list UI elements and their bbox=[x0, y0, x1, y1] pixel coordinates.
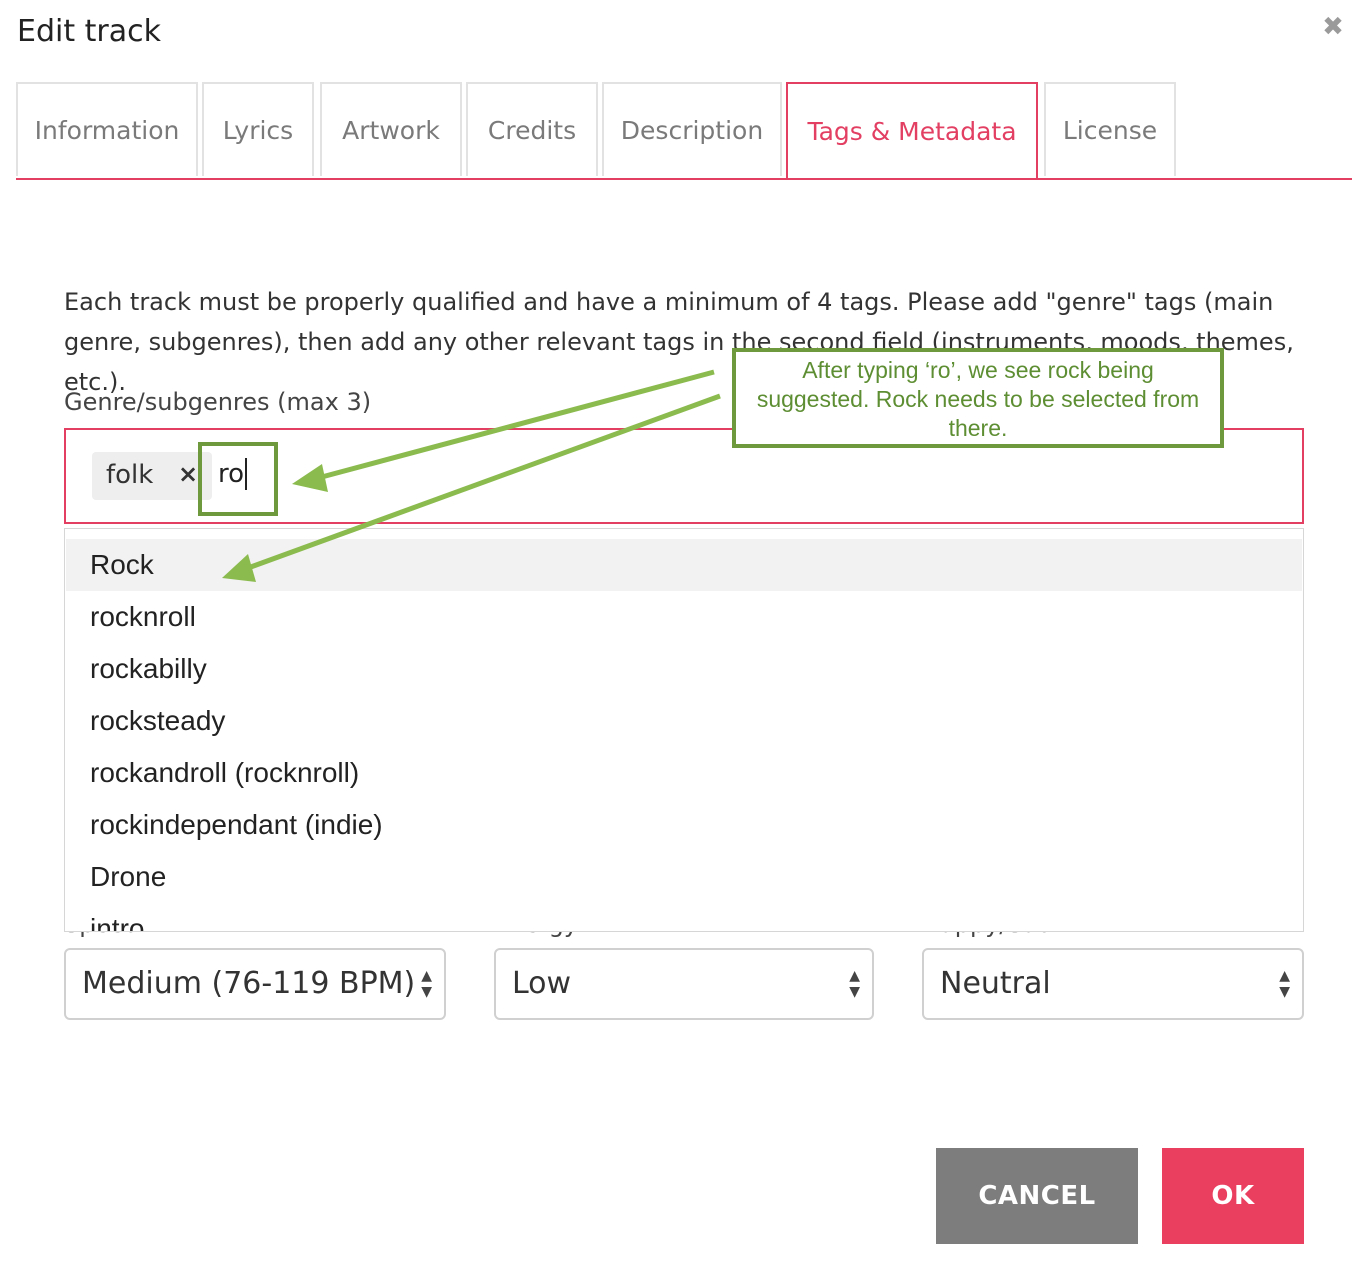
tab-license[interactable]: License bbox=[1044, 82, 1176, 176]
tab-bar: Information Lyrics Artwork Credits Descr… bbox=[16, 82, 1352, 180]
suggestion-option[interactable]: rocknroll bbox=[66, 591, 1302, 643]
remove-tag-icon[interactable]: × bbox=[178, 460, 198, 488]
tab-tags-metadata[interactable]: Tags & Metadata bbox=[786, 82, 1038, 178]
suggestion-option[interactable]: rockindependant (indie) bbox=[66, 799, 1302, 851]
suggestion-option[interactable]: Drone bbox=[66, 851, 1302, 903]
annotation-callout: After typing ‘ro’, we see rock being sug… bbox=[732, 348, 1224, 448]
energy-select[interactable]: Low ▲ ▼ bbox=[494, 948, 874, 1020]
happy-sad-select[interactable]: Neutral ▲ ▼ bbox=[922, 948, 1304, 1020]
tab-description[interactable]: Description bbox=[602, 82, 782, 176]
genre-field-label: Genre/subgenres (max 3) bbox=[64, 388, 372, 416]
tab-lyrics[interactable]: Lyrics bbox=[202, 82, 314, 176]
speed-select-value: Medium (76-119 BPM) bbox=[82, 966, 416, 1001]
suggestion-option[interactable]: Rock bbox=[66, 539, 1302, 591]
energy-select-value: Low bbox=[512, 966, 572, 1001]
tag-chip: folk × bbox=[92, 452, 212, 500]
happy-sad-select-value: Neutral bbox=[940, 966, 1051, 1001]
speed-select[interactable]: Medium (76-119 BPM) ▲ ▼ bbox=[64, 948, 446, 1020]
annotation-highlight-box bbox=[198, 442, 278, 516]
select-arrows-icon: ▲ ▼ bbox=[421, 968, 432, 1000]
select-arrows-icon: ▲ ▼ bbox=[849, 968, 860, 1000]
tag-chip-label: folk bbox=[106, 460, 154, 490]
tab-artwork[interactable]: Artwork bbox=[320, 82, 462, 176]
tab-credits[interactable]: Credits bbox=[466, 82, 598, 176]
select-arrows-icon: ▲ ▼ bbox=[1279, 968, 1290, 1000]
suggestion-dropdown: Rock rocknroll rockabilly rocksteady roc… bbox=[64, 528, 1304, 932]
tab-information[interactable]: Information bbox=[16, 82, 198, 176]
cancel-button[interactable]: CANCEL bbox=[936, 1148, 1138, 1244]
close-icon[interactable]: ✖ bbox=[1320, 14, 1346, 40]
suggestion-option[interactable]: rocksteady bbox=[66, 695, 1302, 747]
suggestion-option[interactable]: rockandroll (rocknroll) bbox=[66, 747, 1302, 799]
ok-button[interactable]: OK bbox=[1162, 1148, 1304, 1244]
dialog-title: Edit track bbox=[17, 14, 161, 49]
suggestion-option[interactable]: rockabilly bbox=[66, 643, 1302, 695]
suggestion-option[interactable]: intro bbox=[66, 903, 1302, 931]
